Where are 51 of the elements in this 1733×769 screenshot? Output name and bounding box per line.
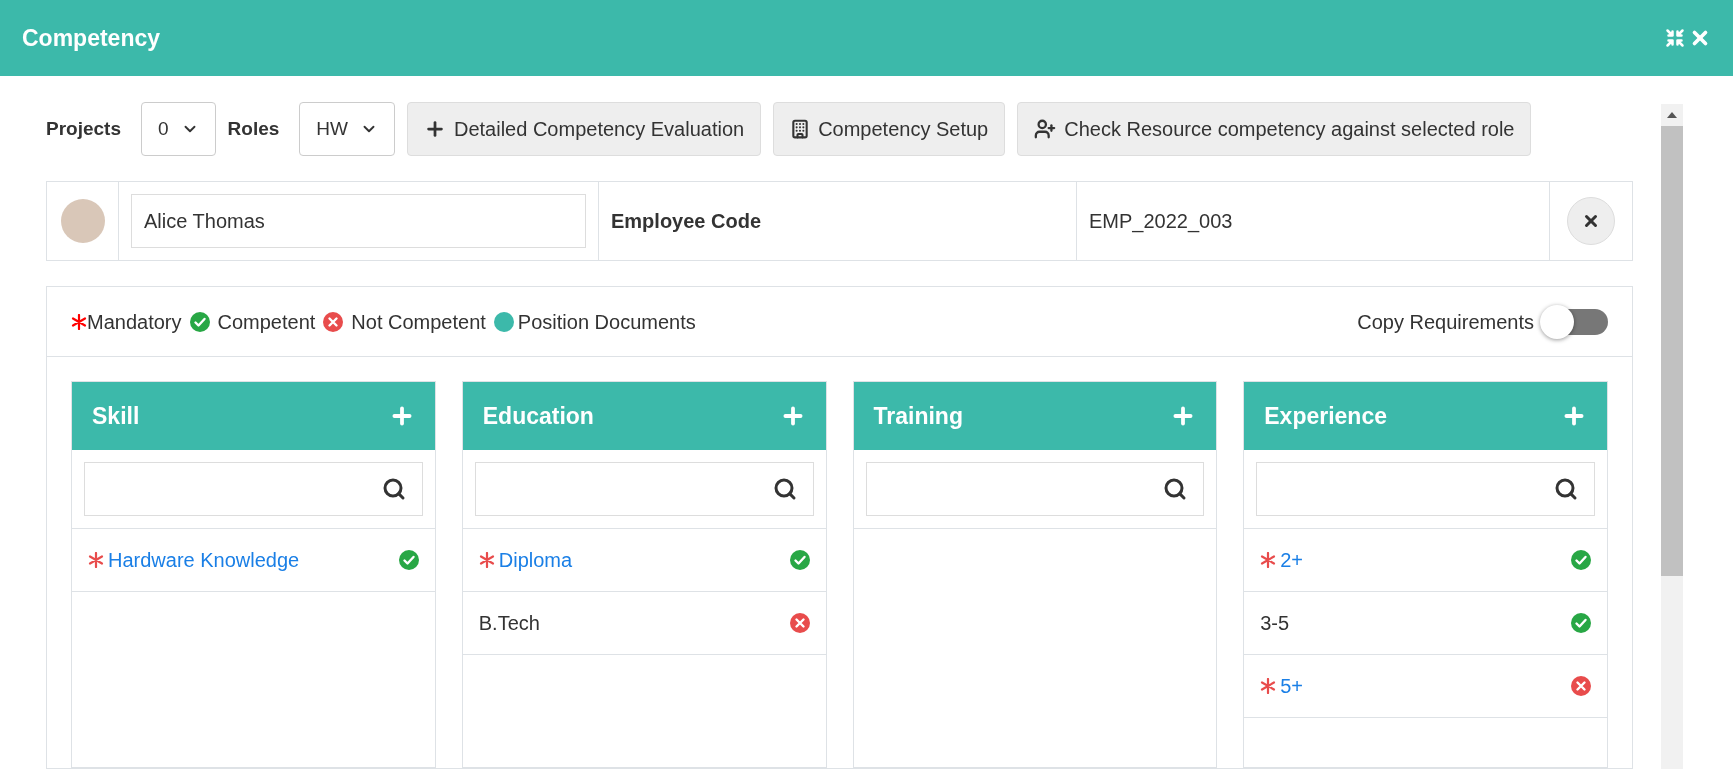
legend-position-documents: Position Documents [517, 309, 696, 335]
item-label: Hardware Knowledge [108, 548, 300, 573]
x-circle-icon [323, 311, 344, 332]
search-field[interactable] [84, 462, 423, 516]
legend-not-competent: Not Competent [351, 309, 486, 335]
close-button[interactable] [1567, 197, 1615, 245]
list-item[interactable]: Diploma [462, 529, 826, 592]
roles-label: Roles [227, 116, 280, 141]
building-icon [790, 119, 811, 139]
scrollbar[interactable] [1661, 104, 1683, 769]
search-icon [381, 477, 406, 501]
column-title: Experience [1264, 401, 1387, 431]
search-field[interactable] [865, 462, 1205, 516]
item-label: 3-5 [1260, 611, 1290, 636]
search-field[interactable] [474, 462, 814, 516]
toolbar-button[interactable]: Detailed Competency Evaluation [406, 102, 762, 156]
minimize-icon[interactable] [1665, 28, 1685, 48]
column-title: Training [873, 401, 963, 431]
item-label: 5+ [1280, 674, 1304, 699]
toolbar-button[interactable]: Check Resource competency against selected role [1017, 102, 1532, 156]
list-item[interactable]: Hardware Knowledge [72, 529, 435, 592]
copy-requirements-label: Copy Requirements [1357, 309, 1534, 335]
close-icon [1582, 212, 1600, 230]
search-icon [1554, 477, 1578, 501]
name-field[interactable]: Alice Thomas [131, 194, 586, 248]
employee-code-label: Employee Code [611, 209, 762, 234]
legend-competent: Competent [217, 309, 316, 335]
window-title: Competency [22, 23, 161, 53]
search-field[interactable] [1256, 462, 1595, 516]
column-title: Skill [92, 401, 140, 431]
toolbar-button[interactable]: Competency Setup [773, 102, 1006, 156]
avatar [60, 199, 105, 243]
list-item[interactable]: 2+ [1244, 529, 1607, 592]
user-plus-icon [1034, 118, 1057, 140]
list-item[interactable]: 5+ [1244, 655, 1607, 718]
scroll-up-icon[interactable] [1667, 112, 1677, 118]
legend-mandatory: Mandatory [87, 309, 182, 335]
list-item[interactable]: 3-5 [1244, 592, 1607, 655]
list-item[interactable]: B.Tech [462, 592, 826, 655]
check-circle-icon [189, 311, 210, 332]
search-icon [1163, 477, 1188, 501]
employee-code: EMP_2022_003 [1089, 209, 1233, 235]
item-label: B.Tech [478, 611, 540, 636]
projects-select[interactable]: 0 [141, 102, 216, 156]
roles-select[interactable]: HW [299, 102, 395, 156]
column-title: Education [482, 401, 594, 431]
asterisk-icon [71, 313, 87, 330]
item-label: 2+ [1280, 548, 1304, 573]
item-label: Diploma [498, 548, 573, 573]
projects-label: Projects [46, 116, 121, 141]
search-icon [772, 477, 797, 501]
